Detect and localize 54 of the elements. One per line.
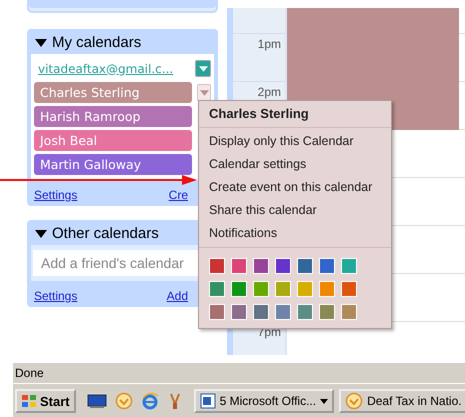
dropdown-button[interactable] bbox=[195, 60, 211, 77]
color-swatch[interactable] bbox=[341, 304, 357, 320]
color-swatch[interactable] bbox=[253, 281, 269, 297]
start-button[interactable]: Start bbox=[15, 389, 76, 413]
menu-item[interactable]: Share this calendar bbox=[199, 199, 391, 222]
color-swatch[interactable] bbox=[231, 258, 247, 274]
browser-icon[interactable] bbox=[140, 392, 159, 410]
collapse-triangle-icon[interactable] bbox=[35, 36, 47, 48]
color-swatch[interactable] bbox=[297, 281, 313, 297]
panel-title: Other calendars bbox=[52, 225, 159, 242]
time-label: 2pm bbox=[258, 85, 281, 99]
color-swatch[interactable] bbox=[231, 304, 247, 320]
menu-item[interactable]: Display only this Calendar bbox=[199, 130, 391, 153]
menu-item[interactable]: Create event on this calendar bbox=[199, 176, 391, 199]
time-label: 1pm bbox=[258, 37, 281, 51]
circle-check-icon bbox=[345, 392, 364, 410]
menu-item[interactable]: Notifications bbox=[199, 222, 391, 245]
color-swatch[interactable] bbox=[319, 258, 335, 274]
color-swatch[interactable] bbox=[209, 281, 225, 297]
color-swatch[interactable] bbox=[341, 258, 357, 274]
color-swatch[interactable] bbox=[209, 304, 225, 320]
menu-item[interactable]: Calendar settings bbox=[199, 153, 391, 176]
circle-check-icon[interactable] bbox=[114, 392, 133, 410]
color-swatch[interactable] bbox=[319, 281, 335, 297]
color-swatch[interactable] bbox=[297, 304, 313, 320]
color-swatch[interactable] bbox=[341, 281, 357, 297]
color-swatch[interactable] bbox=[275, 304, 291, 320]
color-swatch[interactable] bbox=[209, 258, 225, 274]
collapse-triangle-icon[interactable] bbox=[35, 228, 47, 240]
color-swatch[interactable] bbox=[297, 258, 313, 274]
color-swatch[interactable] bbox=[319, 304, 335, 320]
footer-link[interactable]: Settings bbox=[34, 289, 78, 303]
menu-title: Charles Sterling bbox=[208, 105, 310, 123]
status-text: Done bbox=[14, 366, 44, 380]
dropdown-button[interactable] bbox=[197, 84, 211, 101]
color-swatch[interactable] bbox=[253, 304, 269, 320]
footer-link[interactable]: Cre bbox=[168, 188, 188, 202]
windows-logo-icon bbox=[21, 394, 37, 408]
color-swatch[interactable] bbox=[253, 258, 269, 274]
taskbar-button[interactable]: 5 Microsoft Offic... bbox=[194, 389, 334, 413]
color-swatch[interactable] bbox=[231, 281, 247, 297]
calendar-chip[interactable]: Harish Ramroop bbox=[34, 106, 192, 127]
panel-title: My calendars bbox=[52, 34, 142, 51]
desktop-icon[interactable] bbox=[86, 393, 107, 409]
calendar-chip[interactable]: Martin Galloway bbox=[34, 154, 192, 175]
footer-link[interactable]: Settings bbox=[34, 188, 78, 202]
caret-icon bbox=[198, 66, 208, 72]
taskbar-button[interactable]: Deaf Tax in Natio. bbox=[339, 389, 465, 413]
document-icon bbox=[200, 393, 216, 409]
caret-icon bbox=[200, 90, 208, 96]
color-swatch[interactable] bbox=[275, 281, 291, 297]
footer-link[interactable]: Add bbox=[166, 289, 188, 303]
color-swatch[interactable] bbox=[275, 258, 291, 274]
caret-icon bbox=[320, 398, 328, 404]
